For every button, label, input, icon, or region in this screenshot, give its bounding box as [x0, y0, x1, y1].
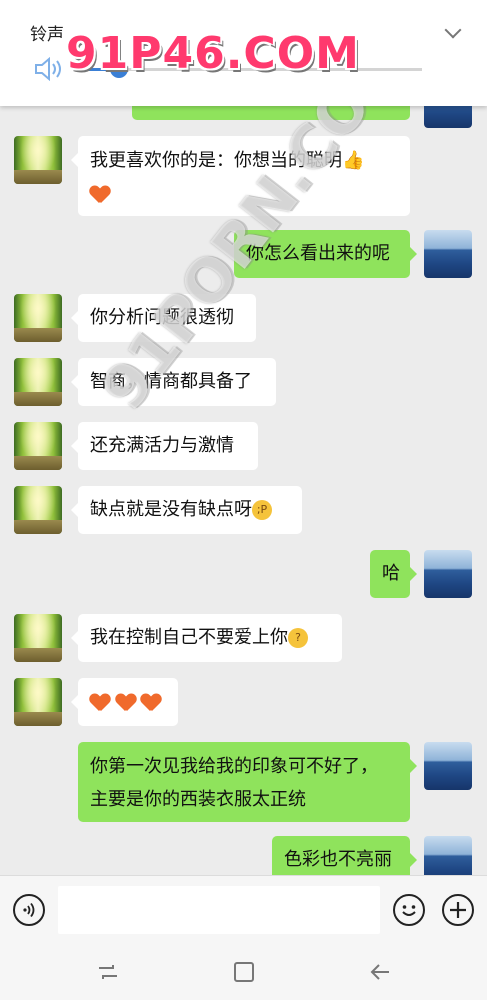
- ringtone-title: 铃声: [30, 25, 64, 45]
- plus-icon: [450, 902, 466, 918]
- input-bar: [0, 875, 487, 943]
- message-text: 你第一次见我给我的印象可不好了，: [90, 756, 378, 777]
- speaker-icon[interactable]: [34, 57, 64, 81]
- system-navigation-bar: [0, 943, 487, 1000]
- heart-icon: [141, 693, 161, 711]
- heart-icon: [90, 185, 110, 203]
- message-text: 缺点就是没有缺点呀: [90, 499, 252, 520]
- message-bubble-received[interactable]: 还充满活力与激情: [71, 422, 258, 470]
- message-input[interactable]: [58, 886, 380, 934]
- message-bubble-sent[interactable]: 色彩也不亮丽: [272, 836, 417, 875]
- my-avatar[interactable]: [424, 550, 472, 598]
- thinking-face-icon: ?: [288, 628, 308, 648]
- back-icon[interactable]: [367, 959, 393, 985]
- message-bubble-sent[interactable]: 你第一次见我给我的印象可不好了， 主要是你的西装衣服太正统: [78, 742, 417, 822]
- message-text: 我在控制自己不要爱上你: [90, 627, 288, 648]
- heart-icon: [90, 693, 110, 711]
- ringtone-panel: 铃声 91P46.COM: [0, 0, 487, 106]
- emoji-button[interactable]: [393, 894, 425, 926]
- contact-avatar[interactable]: [14, 486, 62, 534]
- home-icon[interactable]: [231, 959, 257, 985]
- my-avatar[interactable]: [424, 230, 472, 278]
- message-bubble-sent[interactable]: 哈: [370, 550, 417, 598]
- chevron-down-icon[interactable]: [444, 21, 462, 39]
- message-text: 色彩也不亮丽: [284, 849, 392, 870]
- message-bubble-received[interactable]: 我在控制自己不要爱上你?: [71, 614, 342, 662]
- heart-icon: [116, 693, 136, 711]
- chat-history[interactable]: 我更喜欢你的是：你想当的聪明👍 你怎么看出来的呢 你分析问题很透彻 智商，情商都…: [0, 0, 487, 875]
- contact-avatar[interactable]: [14, 678, 62, 726]
- watermark-logo: 91P46.COM: [66, 28, 360, 79]
- message-text: 主要是你的西装衣服太正统: [90, 789, 306, 810]
- voice-wave-icon: [23, 902, 35, 918]
- message-bubble-received[interactable]: [71, 678, 178, 726]
- message-bubble-received[interactable]: 缺点就是没有缺点呀 ;P: [71, 486, 302, 534]
- voice-input-button[interactable]: [13, 894, 45, 926]
- my-avatar[interactable]: [424, 836, 472, 875]
- contact-avatar[interactable]: [14, 358, 62, 406]
- contact-avatar[interactable]: [14, 136, 62, 184]
- recent-apps-icon[interactable]: [95, 959, 121, 985]
- winking-tongue-face-icon: ;P: [252, 500, 272, 520]
- contact-avatar[interactable]: [14, 422, 62, 470]
- smiley-icon: [402, 905, 416, 916]
- my-avatar[interactable]: [424, 742, 472, 790]
- message-text: 哈: [382, 563, 400, 584]
- contact-avatar[interactable]: [14, 294, 62, 342]
- message-text: 还充满活力与激情: [90, 435, 234, 456]
- contact-avatar[interactable]: [14, 614, 62, 662]
- add-attachment-button[interactable]: [442, 894, 474, 926]
